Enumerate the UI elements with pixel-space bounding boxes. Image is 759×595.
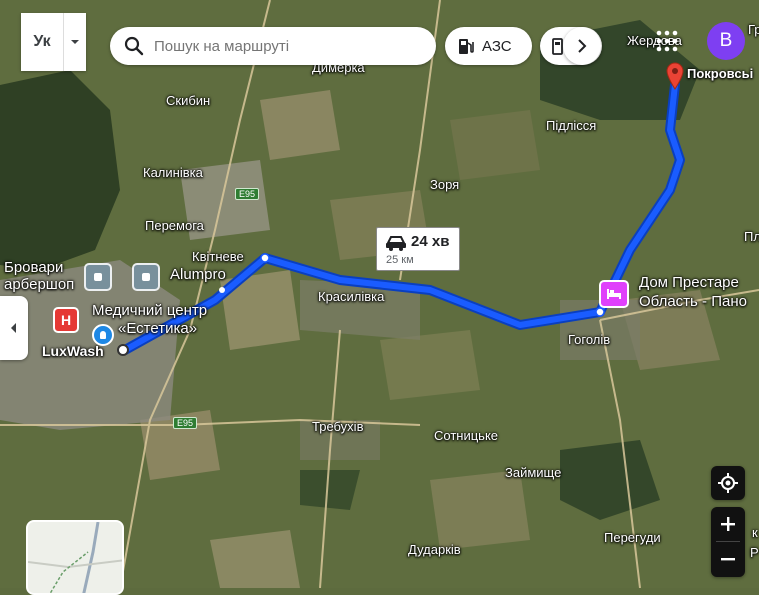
apps-grid-icon[interactable] (656, 30, 678, 52)
place-zaimyshche: Займище (505, 465, 562, 480)
place-med-center-2: «Естетика» (118, 320, 198, 337)
place-alumpro: Alumpro (170, 266, 226, 283)
place-perehudy: Перегуди (604, 530, 661, 545)
layers-thumbnail[interactable] (26, 520, 124, 595)
place-gr: Гр (748, 22, 759, 37)
place-zoria: Зоря (430, 177, 460, 192)
place-dom-1: Дом Престаре (639, 274, 739, 291)
hospital-poi[interactable]: H (53, 307, 79, 333)
place-kvitneve: Квітневе (192, 249, 244, 264)
place-med-center-1: Медичний центр (92, 302, 208, 319)
destination-pin-icon[interactable] (666, 62, 684, 90)
route-duration: 24 хв (411, 233, 450, 250)
destination-label: Покровсьі (687, 66, 754, 81)
shop-icon (142, 273, 150, 281)
zoom-controls (711, 507, 745, 577)
search-icon (124, 36, 144, 56)
search-input[interactable] (152, 36, 426, 56)
place-dom-2: Область - Пано (639, 293, 747, 310)
hotel-poi[interactable] (599, 280, 629, 308)
gas-stations-chip[interactable]: АЗС (445, 27, 532, 65)
map-layer-preview (28, 522, 122, 593)
chevron-left-icon (11, 323, 16, 333)
account-avatar[interactable]: B (707, 22, 745, 60)
shop-poi-alumpro[interactable] (132, 263, 160, 291)
origin-marker[interactable] (117, 344, 129, 356)
place-r: Р (750, 545, 759, 560)
place-k: к (752, 525, 758, 540)
car-wash-icon (100, 331, 106, 339)
gas-stations-chip-label: АЗС (482, 37, 512, 55)
my-location-icon (718, 473, 738, 493)
account-initial: B (719, 30, 733, 51)
input-method-label: Ук (33, 33, 51, 50)
chips-scroll-right-button[interactable] (563, 27, 601, 65)
highway-shield-e95-top: E95 (235, 188, 260, 200)
my-location-button[interactable] (711, 466, 745, 500)
zoom-out-button[interactable] (711, 542, 745, 576)
place-pidlissia: Підлісся (546, 118, 597, 133)
input-method-toggle[interactable]: Ук (21, 13, 86, 71)
car-icon (386, 236, 406, 251)
car-wash-poi[interactable] (92, 324, 114, 346)
chevron-down-icon (71, 40, 79, 44)
highway-shield-e95-bottom: E95 (173, 417, 198, 429)
place-trebukhiv: Требухів (312, 419, 364, 434)
search-bar[interactable] (110, 27, 436, 65)
place-pl: Пл (744, 229, 759, 244)
route-distance: 25 км (386, 254, 414, 266)
zoom-in-button[interactable] (711, 507, 745, 541)
place-luxwash: LuxWash (42, 343, 104, 359)
side-panel-toggle[interactable] (0, 296, 28, 360)
hotel-icon (607, 289, 621, 299)
place-hohoiv: Гоголів (568, 332, 611, 347)
chevron-right-icon (578, 39, 587, 53)
fuel-pump-icon (459, 39, 474, 54)
place-skybyn: Скибин (166, 93, 211, 108)
place-kalynivka: Калинівка (143, 165, 203, 180)
place-sotnytske: Сотницьке (434, 428, 499, 443)
shop-poi-brovary[interactable] (84, 263, 112, 291)
place-dudarkiv: Дударків (408, 542, 461, 557)
zoom-in-icon (721, 517, 735, 531)
place-krasylivka: Красилівка (318, 289, 385, 304)
route-info-bubble[interactable]: 24 хв 25 км (376, 227, 460, 271)
place-barbershop: арбершоп (4, 276, 75, 293)
shop-icon (94, 273, 102, 281)
zoom-out-icon (721, 558, 735, 561)
place-peremoha: Перемога (145, 218, 204, 233)
hospital-icon: H (60, 312, 72, 328)
place-brovary: Бровари (4, 259, 64, 276)
